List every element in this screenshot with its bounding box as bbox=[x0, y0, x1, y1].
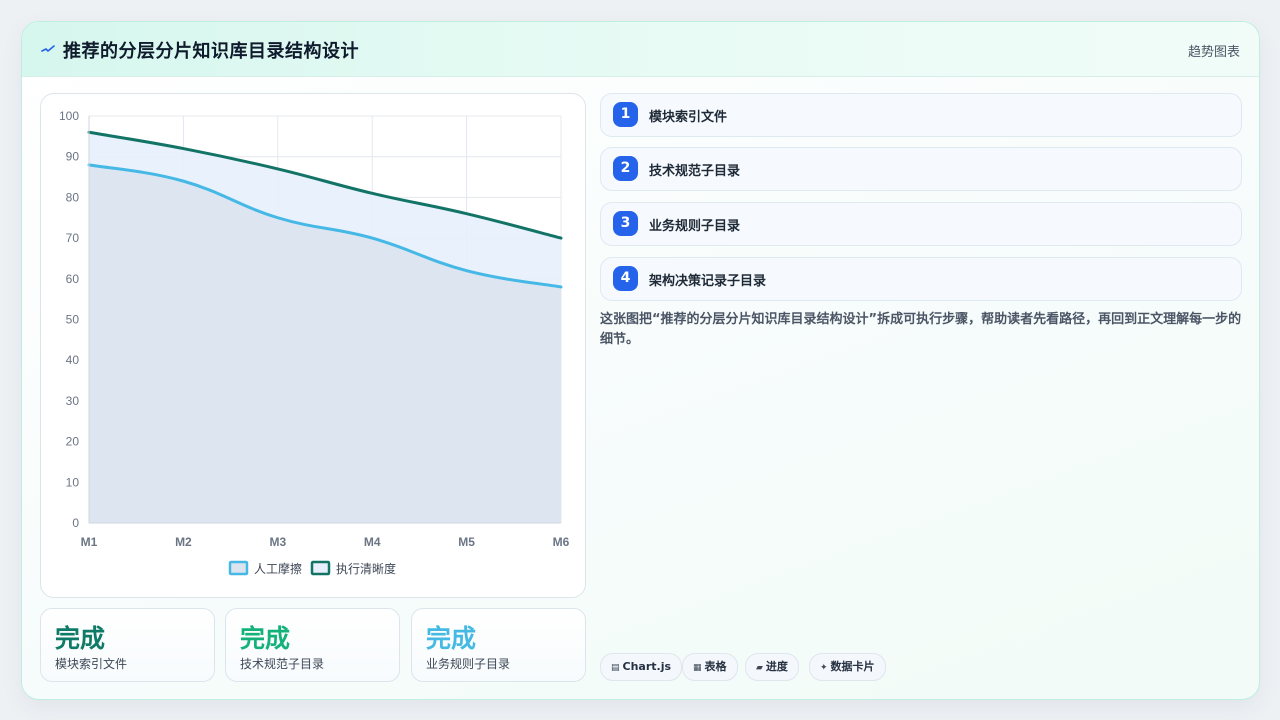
legend-label-1: 人工摩擦 bbox=[254, 561, 302, 576]
step-label: 业务规则子目录 bbox=[649, 219, 741, 234]
stat-value: 完成 bbox=[55, 624, 106, 653]
tag-label: 表格 bbox=[704, 660, 727, 673]
tag-label: 数据卡片 bbox=[830, 660, 875, 673]
tag-progress[interactable]: ▰ 进度 bbox=[745, 653, 799, 681]
legend-swatch-2 bbox=[310, 560, 331, 576]
step-label: 技术规范子目录 bbox=[649, 164, 741, 179]
x-tick-label: M2 bbox=[175, 535, 192, 549]
step-item-2[interactable]: 2 技术规范子目录 bbox=[600, 147, 1242, 191]
progress-icon: ▰ bbox=[756, 663, 763, 673]
stat-label: 模块索引文件 bbox=[55, 657, 128, 671]
tag-label: 进度 bbox=[765, 660, 788, 673]
y-tick-label: 60 bbox=[66, 272, 80, 286]
stat-value: 完成 bbox=[240, 624, 291, 653]
y-tick-label: 90 bbox=[66, 150, 80, 164]
main-card: 推荐的分层分片知识库目录结构设计 趋势图表 0 10 20 30 40 50 60 70 80 9… bbox=[21, 21, 1260, 700]
x-tick-label: M5 bbox=[458, 535, 475, 549]
trend-pulse-icon bbox=[41, 45, 55, 52]
y-tick-label: 70 bbox=[66, 231, 80, 245]
chart-panel: 0 10 20 30 40 50 60 70 80 90 100 M1 M2 M3 M4 M5 M6 人工摩擦 执行… bbox=[40, 93, 586, 598]
y-tick-label: 100 bbox=[59, 109, 79, 123]
card-header: 推荐的分层分片知识库目录结构设计 趋势图表 bbox=[22, 22, 1259, 77]
step-number-badge: 2 bbox=[613, 156, 638, 181]
tag-data-card[interactable]: ✦ 数据卡片 bbox=[809, 653, 886, 681]
x-tick-label: M1 bbox=[81, 535, 98, 549]
stat-card-1: 完成 模块索引文件 bbox=[40, 608, 215, 682]
y-tick-label: 40 bbox=[66, 353, 80, 367]
chart-icon: ▤ bbox=[611, 663, 620, 673]
x-tick-label: M3 bbox=[269, 535, 286, 549]
step-number-badge: 4 bbox=[613, 266, 638, 291]
description-text: 这张图把“推荐的分层分片知识库目录结构设计”拆成可执行步骤，帮助读者先看路径，再… bbox=[600, 312, 1242, 347]
sparkle-icon: ✦ bbox=[820, 663, 828, 673]
y-tick-label: 0 bbox=[72, 516, 79, 530]
x-tick-label: M4 bbox=[364, 535, 381, 549]
stat-value: 完成 bbox=[426, 624, 477, 653]
table-icon: ▦ bbox=[693, 663, 702, 673]
x-tick-label: M6 bbox=[553, 535, 570, 549]
y-tick-label: 50 bbox=[66, 313, 80, 327]
y-tick-label: 10 bbox=[66, 475, 80, 489]
step-number-badge: 1 bbox=[613, 102, 638, 127]
step-item-4[interactable]: 4 架构决策记录子目录 bbox=[600, 257, 1242, 301]
step-label: 架构决策记录子目录 bbox=[649, 274, 767, 289]
tag-label: Chart.js bbox=[622, 660, 672, 673]
stat-card-2: 完成 技术规范子目录 bbox=[225, 608, 400, 682]
legend-swatch-1 bbox=[228, 560, 249, 576]
stat-label: 业务规则子目录 bbox=[426, 657, 511, 671]
chart-type-label: 趋势图表 bbox=[1187, 45, 1240, 60]
tag-chartjs[interactable]: ▤ Chart.js bbox=[600, 653, 683, 681]
trend-chart: 0 10 20 30 40 50 60 70 80 90 100 M1 M2 M3 M4 M5 M6 人工摩擦 执行… bbox=[59, 109, 570, 576]
stat-card-3: 完成 业务规则子目录 bbox=[411, 608, 586, 682]
step-number-badge: 3 bbox=[613, 211, 638, 236]
step-item-3[interactable]: 3 业务规则子目录 bbox=[600, 202, 1242, 246]
y-tick-label: 20 bbox=[66, 435, 80, 449]
step-label: 模块索引文件 bbox=[649, 110, 728, 125]
step-item-1[interactable]: 1 模块索引文件 bbox=[600, 93, 1242, 137]
y-tick-label: 30 bbox=[66, 394, 80, 408]
y-tick-label: 80 bbox=[66, 190, 80, 204]
tag-table[interactable]: ▦ 表格 bbox=[682, 653, 738, 681]
legend-label-2: 执行清晰度 bbox=[336, 561, 396, 576]
page-title: 推荐的分层分片知识库目录结构设计 bbox=[63, 41, 359, 62]
stat-label: 技术规范子目录 bbox=[240, 657, 325, 671]
